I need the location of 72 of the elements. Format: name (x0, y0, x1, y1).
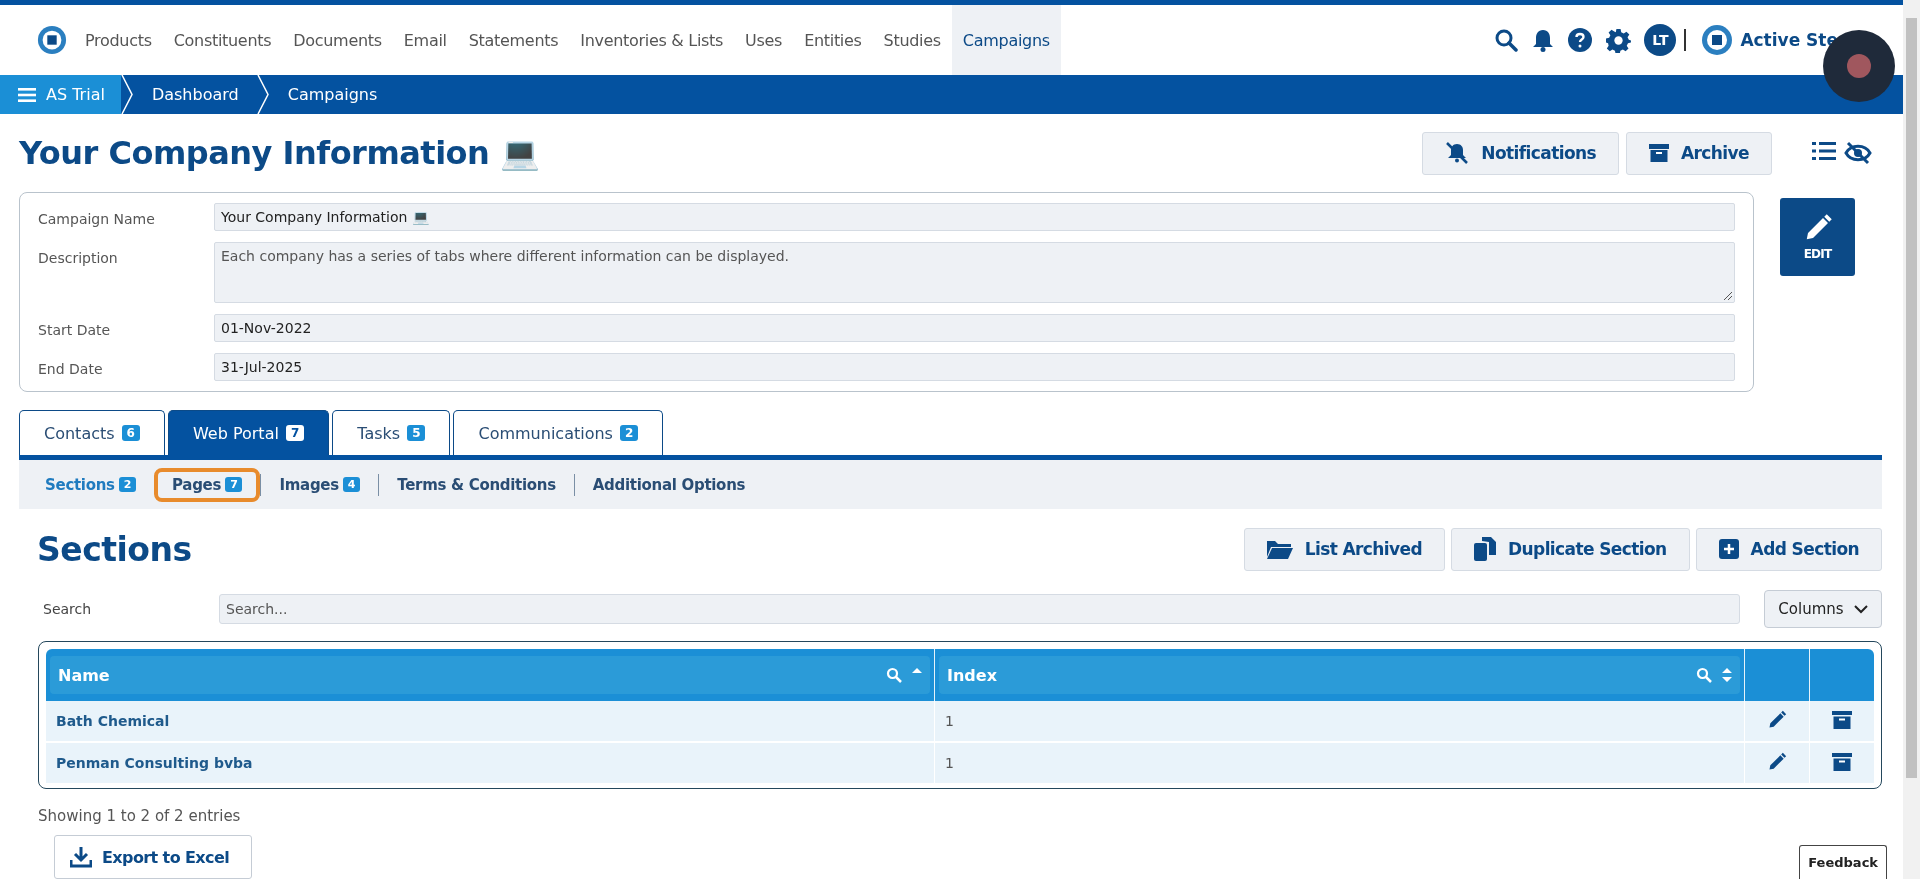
nav-link[interactable]: Entities (793, 5, 873, 75)
subtab[interactable]: Images 4 (261, 467, 379, 502)
feedback-button[interactable]: Feedback (1799, 845, 1887, 879)
field-label: Start Date (38, 321, 112, 338)
edit-icon[interactable] (1767, 709, 1787, 730)
entries-info: Showing 1 to 2 of 2 entries (38, 807, 242, 825)
resize-grip-icon[interactable] (1724, 292, 1732, 300)
chevron-icon (255, 75, 270, 114)
action-button[interactable]: Add Section (1695, 527, 1882, 571)
tab[interactable]: Contacts 6 (19, 410, 165, 455)
nav-link[interactable]: Studies (872, 5, 952, 75)
table-cell[interactable]: Bath Chemical (46, 701, 935, 742)
nav-link[interactable]: Constituents (162, 5, 283, 75)
bell-icon[interactable] (1532, 28, 1555, 52)
chevron-icon (119, 75, 134, 114)
archive-icon[interactable] (1832, 710, 1852, 729)
sort-icon[interactable] (1722, 667, 1732, 683)
folder-icon (1266, 539, 1293, 559)
page-title: Your Company Information 💻 (19, 134, 541, 172)
edit-button[interactable]: EDIT (1780, 198, 1855, 276)
search-icon[interactable] (1494, 28, 1519, 52)
nav-link[interactable]: Email (392, 5, 458, 75)
plus-square-icon (1718, 539, 1739, 559)
field-label: End Date (38, 360, 104, 377)
table-cell[interactable]: Penman Consulting bvba (46, 742, 935, 784)
help-icon[interactable] (1568, 28, 1593, 52)
archive-icon (1649, 144, 1670, 162)
action-button[interactable]: List Archived (1243, 527, 1446, 571)
action-button[interactable]: Duplicate Section (1451, 527, 1690, 571)
input-field[interactable]: 31-Jul-2025 (214, 353, 1735, 381)
logo-icon (1701, 24, 1734, 56)
copy-icon (1474, 537, 1497, 561)
subtab[interactable]: Additional Options (574, 467, 764, 502)
input-field[interactable]: 01-Nov-2022 (214, 314, 1735, 342)
description-field[interactable]: Each company has a series of tabs where different information can be displayed. (214, 242, 1735, 303)
download-icon (70, 846, 92, 868)
subtab[interactable]: Sections 2 (27, 467, 155, 502)
chevron-down-icon (1853, 604, 1868, 614)
eye-slash-icon[interactable] (1844, 141, 1872, 165)
subtab[interactable]: Pages 7 (154, 467, 261, 502)
section-title: Sections (37, 529, 193, 569)
breadcrumb-link[interactable]: AS Trial (0, 75, 121, 114)
nav-link[interactable]: Uses (734, 5, 794, 75)
field-label: Description (38, 249, 119, 266)
user-avatar[interactable]: LT (1644, 24, 1677, 56)
scrollbar-thumb[interactable] (1906, 18, 1917, 778)
tab[interactable]: Communications 2 (453, 410, 664, 455)
nav-link[interactable]: Statements (457, 5, 570, 75)
nav-link[interactable]: Campaigns (951, 5, 1061, 75)
subtab[interactable]: Terms & Conditions (379, 467, 574, 502)
archive-icon[interactable] (1832, 752, 1852, 771)
nav-link[interactable]: Documents (282, 5, 393, 75)
menu-icon[interactable] (18, 87, 36, 102)
list-icon[interactable] (1812, 141, 1836, 161)
nav-link[interactable]: Inventories & Lists (569, 5, 735, 75)
search-label: Search (43, 601, 93, 617)
table-cell: 1 (934, 742, 1745, 784)
tab[interactable]: Web Portal 7 (167, 410, 330, 455)
search-field[interactable]: Search... (219, 594, 1740, 624)
field-label: Campaign Name (38, 210, 156, 227)
table-cell: 1 (934, 701, 1745, 742)
tab[interactable]: Tasks 5 (332, 410, 451, 455)
settings-icon[interactable] (1606, 27, 1632, 53)
logo-icon[interactable] (37, 25, 67, 55)
nav-link[interactable]: Products (74, 5, 163, 75)
input-field[interactable]: Your Company Information 💻 (214, 203, 1735, 231)
bell-off-icon (1445, 142, 1470, 164)
export-button[interactable]: Export to Excel (54, 835, 253, 879)
columns-dropdown[interactable]: Columns (1764, 590, 1882, 628)
header-button[interactable]: Notifications (1422, 131, 1620, 175)
header-button[interactable]: Archive (1626, 131, 1772, 175)
edit-icon[interactable] (1767, 751, 1787, 772)
